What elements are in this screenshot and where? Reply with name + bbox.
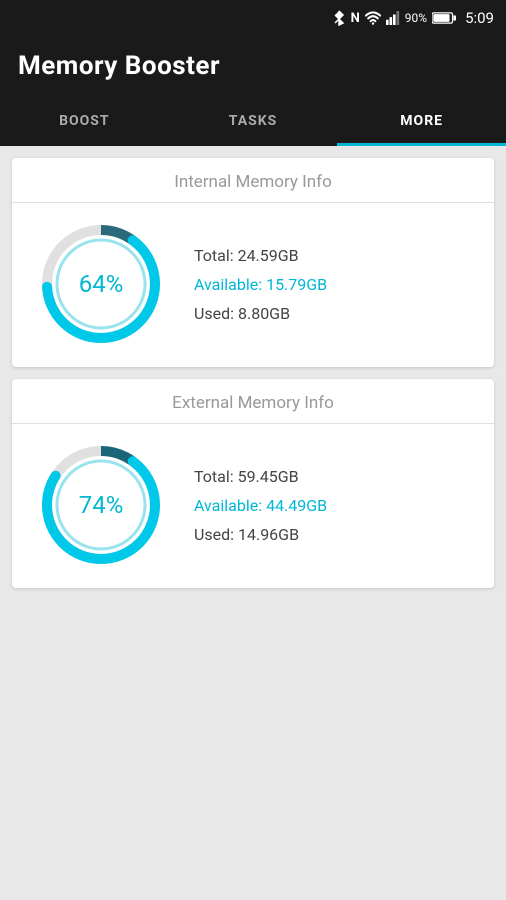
internal-available: Available: 15.79GB	[194, 275, 327, 294]
external-memory-circle: 74%	[36, 440, 166, 570]
external-memory-percent: 74%	[79, 491, 124, 519]
battery-icon	[432, 11, 456, 25]
external-memory-card: External Memory Info 74% Total: 59.45G	[12, 379, 494, 588]
external-total: Total: 59.45GB	[194, 467, 327, 486]
tab-bar: BOOST TASKS MORE	[0, 96, 506, 146]
internal-memory-info: Total: 24.59GB Available: 15.79GB Used: …	[194, 246, 327, 323]
tab-boost[interactable]: BOOST	[0, 99, 169, 146]
internal-used: Used: 8.80GB	[194, 304, 327, 323]
app-bar: Memory Booster	[0, 36, 506, 96]
internal-memory-circle: 64%	[36, 219, 166, 349]
external-memory-title: External Memory Info	[12, 379, 494, 424]
internal-memory-title: Internal Memory Info	[12, 158, 494, 203]
tab-more[interactable]: MORE	[337, 99, 506, 146]
signal-icon	[386, 11, 400, 25]
external-used: Used: 14.96GB	[194, 525, 327, 544]
external-memory-body: 74% Total: 59.45GB Available: 44.49GB Us…	[12, 440, 494, 570]
internal-total: Total: 24.59GB	[194, 246, 327, 265]
battery-text: 90%	[405, 11, 427, 25]
internal-memory-percent: 64%	[79, 270, 124, 298]
internal-memory-card: Internal Memory Info 64% Total: 24.59G	[12, 158, 494, 367]
internal-memory-body: 64% Total: 24.59GB Available: 15.79GB Us…	[12, 219, 494, 349]
status-bar: N 90% 5:09	[0, 0, 506, 36]
nfc-icon: N	[351, 11, 360, 26]
external-available: Available: 44.49GB	[194, 496, 327, 515]
bluetooth-icon	[332, 10, 346, 26]
status-icons: N 90% 5:09	[332, 9, 494, 27]
main-content: Internal Memory Info 64% Total: 24.59G	[0, 146, 506, 600]
wifi-icon	[365, 11, 381, 25]
external-memory-info: Total: 59.45GB Available: 44.49GB Used: …	[194, 467, 327, 544]
app-title: Memory Booster	[18, 51, 220, 81]
time-display: 5:09	[465, 9, 494, 27]
tab-tasks[interactable]: TASKS	[169, 99, 338, 146]
